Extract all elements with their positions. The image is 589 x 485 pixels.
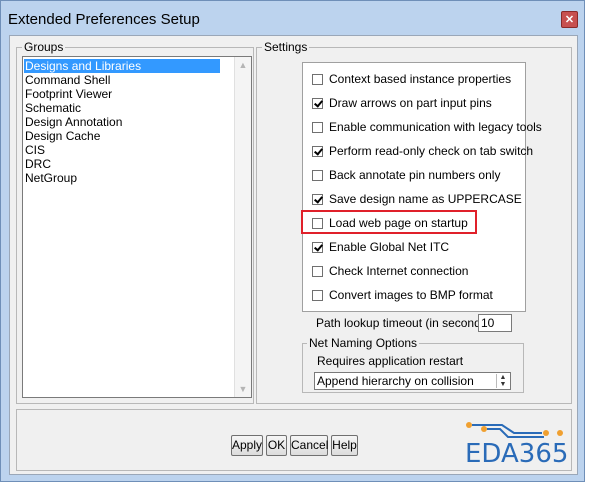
- net-naming-label: Net Naming Options: [307, 336, 420, 350]
- scroll-down-icon[interactable]: ▼: [235, 381, 251, 397]
- checkbox[interactable]: [312, 73, 323, 85]
- checkbox[interactable]: [312, 169, 323, 181]
- option-context-based-instance-properties[interactable]: Context based instance properties: [312, 71, 511, 87]
- option-draw-arrows[interactable]: Draw arrows on part input pins: [312, 95, 492, 111]
- path-timeout-label: Path lookup timeout (in seconds): [316, 316, 491, 330]
- checkbox-checked[interactable]: [312, 193, 323, 205]
- settings-label: Settings: [262, 40, 310, 54]
- option-back-annotate[interactable]: Back annotate pin numbers only: [312, 167, 500, 183]
- checkbox[interactable]: [312, 121, 323, 133]
- net-naming-value: Append hierarchy on collision: [317, 374, 474, 388]
- list-item-drc[interactable]: DRC: [24, 157, 220, 171]
- option-read-only-check[interactable]: Perform read-only check on tab switch: [312, 143, 533, 159]
- scroll-up-icon[interactable]: ▲: [235, 57, 251, 73]
- eda365-logo: EDA365: [462, 417, 574, 475]
- groups-label: Groups: [22, 40, 66, 54]
- checkbox-checked[interactable]: [312, 145, 323, 157]
- dialog-client-area: Groups Designs and Libraries Command She…: [9, 35, 578, 475]
- dialog-window: Extended Preferences Setup ✕ Groups Desi…: [0, 0, 585, 482]
- checkbox[interactable]: [312, 265, 323, 277]
- spin-arrows-icon[interactable]: ▲ ▼: [496, 374, 509, 388]
- option-convert-bmp[interactable]: Convert images to BMP format: [312, 287, 493, 303]
- list-item-design-annotation[interactable]: Design Annotation: [24, 115, 220, 129]
- ok-button[interactable]: OK: [266, 435, 287, 456]
- checkbox[interactable]: [312, 289, 323, 301]
- apply-button[interactable]: Apply: [231, 435, 263, 456]
- restart-note: Requires application restart: [317, 354, 464, 368]
- option-global-net-itc[interactable]: Enable Global Net ITC: [312, 239, 449, 255]
- groups-scrollbar[interactable]: ▲ ▼: [234, 57, 251, 397]
- list-item-design-cache[interactable]: Design Cache: [24, 129, 220, 143]
- checkbox-checked[interactable]: [312, 97, 323, 109]
- help-button[interactable]: Help: [331, 435, 358, 456]
- list-item-footprint-viewer[interactable]: Footprint Viewer: [24, 87, 220, 101]
- groups-listbox[interactable]: Designs and Libraries Command Shell Foot…: [22, 56, 252, 398]
- cancel-button[interactable]: Cancel: [290, 435, 328, 456]
- window-title: Extended Preferences Setup: [8, 11, 200, 28]
- option-save-uppercase[interactable]: Save design name as UPPERCASE: [312, 191, 522, 207]
- list-item-designs-and-libraries[interactable]: Designs and Libraries: [24, 59, 220, 73]
- close-button[interactable]: ✕: [561, 11, 578, 28]
- list-item-command-shell[interactable]: Command Shell: [24, 73, 220, 87]
- checkbox-checked[interactable]: [312, 241, 323, 253]
- logo-text: EDA365: [465, 439, 569, 469]
- list-item-schematic[interactable]: Schematic: [24, 101, 220, 115]
- option-legacy-tools[interactable]: Enable communication with legacy tools: [312, 119, 542, 135]
- settings-options-panel: Context based instance properties Draw a…: [302, 62, 542, 312]
- path-timeout-input[interactable]: 10: [478, 314, 512, 332]
- highlight-box: [301, 210, 477, 234]
- net-naming-select[interactable]: Append hierarchy on collision ▲ ▼: [314, 372, 511, 390]
- list-item-cis[interactable]: CIS: [24, 143, 220, 157]
- option-check-internet[interactable]: Check Internet connection: [312, 263, 468, 279]
- title-bar[interactable]: Extended Preferences Setup ✕: [1, 1, 584, 35]
- circuit-trace-icon: [466, 422, 563, 438]
- list-item-netgroup[interactable]: NetGroup: [24, 171, 220, 185]
